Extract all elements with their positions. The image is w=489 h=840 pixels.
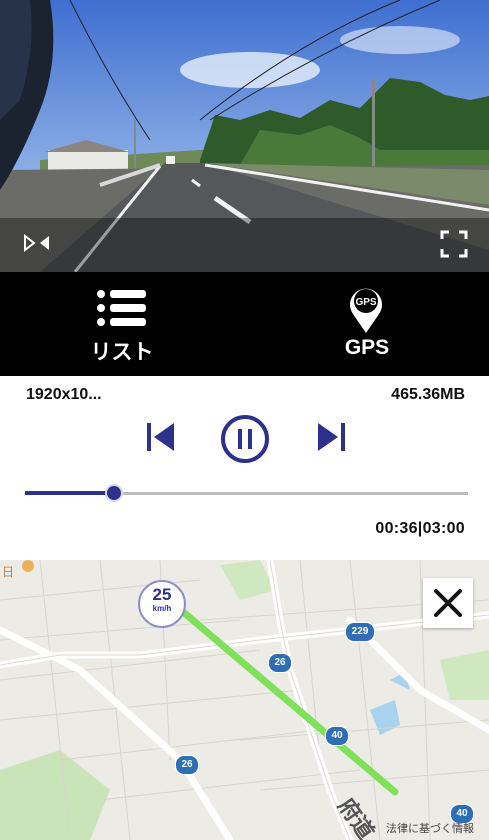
map-attribution-link[interactable]: 法律に基づく情報 [386, 820, 474, 836]
list-label: リスト [90, 341, 154, 364]
gps-map[interactable]: 府道 日 229 26 40 26 40 [0, 560, 489, 840]
gps-button[interactable]: GPS GPS [245, 272, 489, 376]
flip-horizontal-icon[interactable] [22, 232, 52, 254]
playback-time: 00:36|03:00 [375, 520, 465, 537]
speed-unit: km/h [152, 604, 172, 613]
video-control-strip [0, 218, 489, 272]
video-player[interactable] [0, 0, 489, 272]
route-badge: 40 [325, 726, 349, 746]
skip-previous-button[interactable] [144, 420, 178, 454]
pause-icon [221, 415, 269, 463]
close-icon [434, 589, 462, 617]
route-badge: 229 [345, 622, 375, 642]
mode-toolbar: リスト GPS GPS [0, 272, 489, 376]
playback-slider[interactable] [25, 484, 468, 504]
close-map-button[interactable] [423, 578, 473, 628]
gps-pin-text: GPS [355, 297, 376, 308]
svg-text:日: 日 [2, 565, 14, 579]
pause-button[interactable] [220, 414, 270, 464]
speed-marker: 25 km/h [138, 580, 186, 628]
file-size-text: 465.36MB [391, 386, 465, 403]
route-badge: 26 [268, 653, 292, 673]
map-canvas: 府道 日 [0, 560, 489, 840]
slider-knob[interactable] [105, 484, 123, 502]
skip-next-icon [318, 423, 345, 451]
speed-value: 25 [152, 585, 172, 604]
route-badge: 26 [175, 755, 199, 775]
list-button[interactable]: リスト [0, 272, 244, 376]
fullscreen-icon[interactable] [440, 230, 468, 258]
resolution-text: 1920x10... [26, 386, 102, 403]
slider-fill [25, 491, 114, 495]
gps-label: GPS [344, 336, 390, 359]
list-icon [97, 290, 146, 326]
skip-next-button[interactable] [314, 420, 348, 454]
gps-pin-icon: GPS [350, 288, 382, 333]
skip-previous-icon [147, 423, 174, 451]
